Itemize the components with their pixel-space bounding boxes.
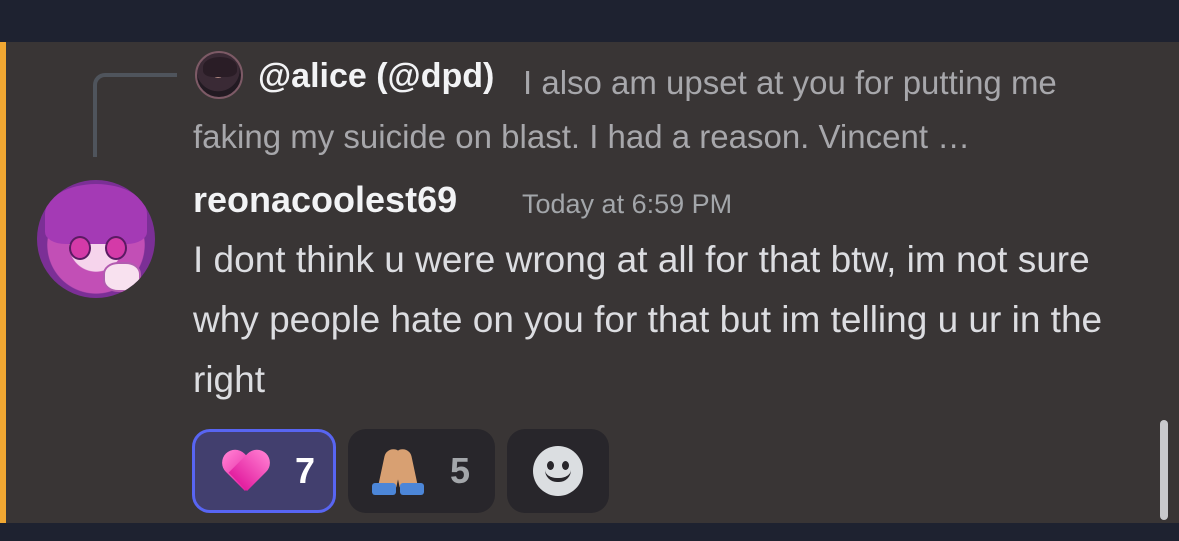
- folded-hands-emoji-icon: [370, 445, 426, 497]
- reaction-folded-hands[interactable]: 5: [348, 429, 495, 513]
- reaction-heart[interactable]: 7: [192, 429, 336, 513]
- add-reaction-smiley-icon: [533, 446, 583, 496]
- reply-author-name[interactable]: @alice (@dpd): [258, 56, 494, 96]
- reaction-count: 5: [450, 450, 471, 491]
- heart-emoji-icon: [221, 449, 269, 493]
- scrollbar[interactable]: [1160, 420, 1168, 520]
- message-timestamp: Today at 6:59 PM: [522, 189, 733, 219]
- message-author-name[interactable]: reonacoolest69: [193, 178, 457, 222]
- bottom-bar: [0, 523, 1179, 541]
- reply-connector-line: [93, 73, 177, 157]
- reaction-count: 7: [295, 450, 316, 491]
- author-avatar[interactable]: [37, 180, 155, 298]
- mention-highlight-strip: [0, 42, 6, 523]
- top-bar: [0, 0, 1179, 42]
- message-content: I dont think u were wrong at all for tha…: [193, 239, 1103, 400]
- add-reaction-button[interactable]: [507, 429, 609, 513]
- message-item[interactable]: I also am upset at you for putting me fa…: [0, 42, 1179, 523]
